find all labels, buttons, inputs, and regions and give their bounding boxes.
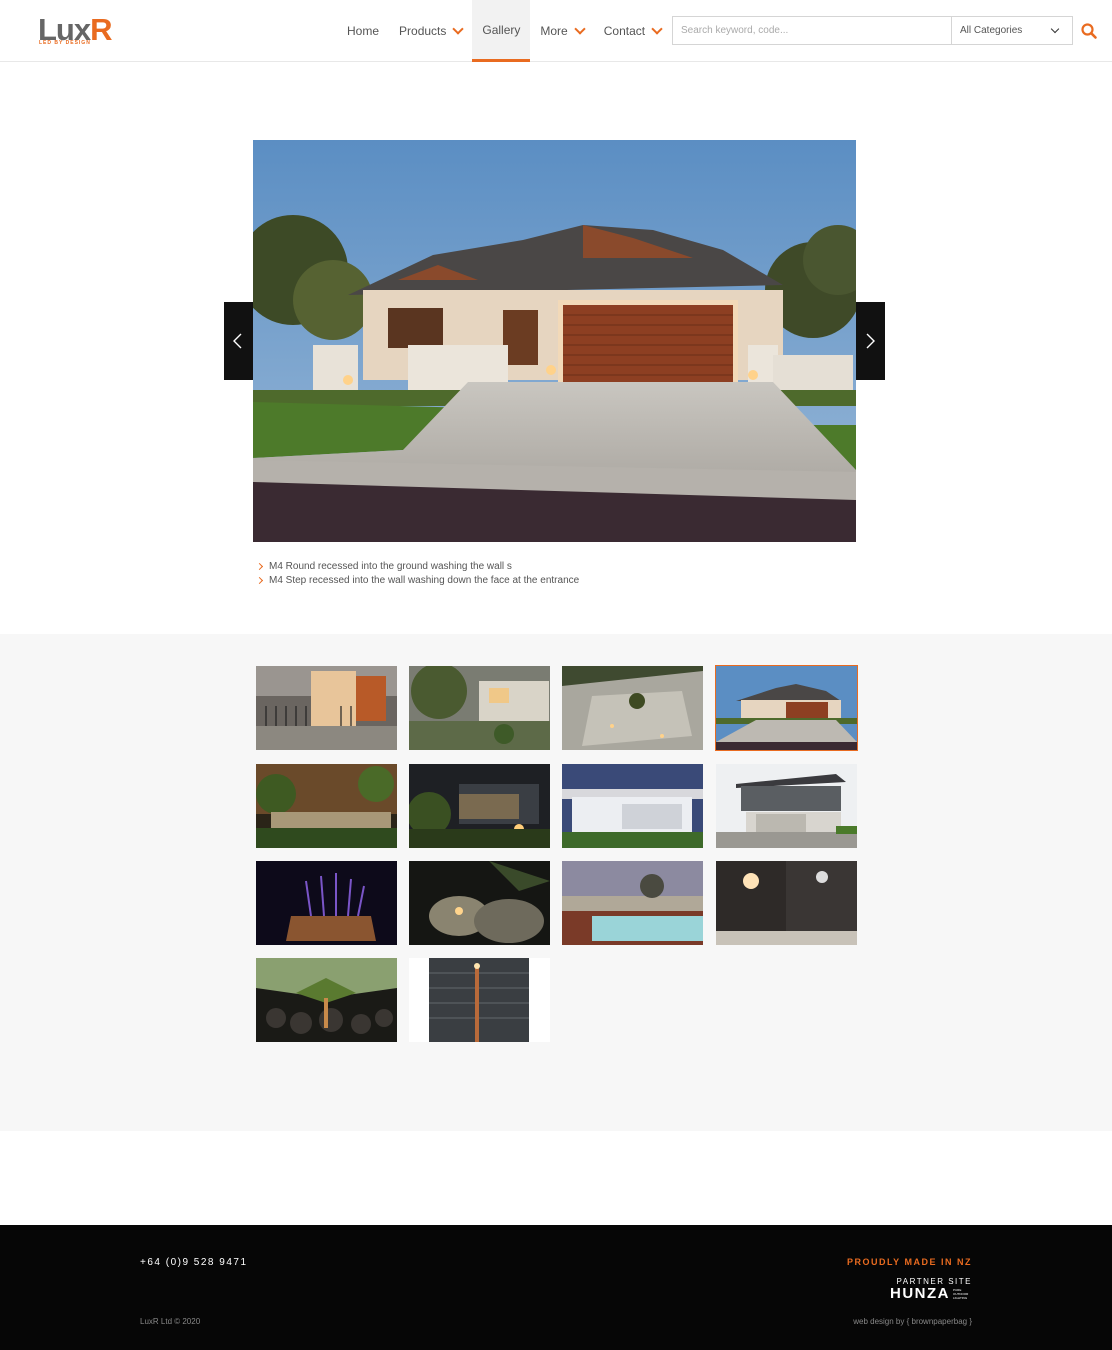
gallery-thumb[interactable] — [256, 958, 397, 1042]
gallery-section — [0, 634, 1112, 1131]
hero-image — [253, 140, 856, 542]
category-select[interactable]: All Categories — [951, 17, 1072, 44]
chevron-down-icon — [452, 23, 465, 35]
gallery-thumb[interactable] — [562, 764, 703, 848]
site-header: LuxR LED BY DESIGN Home Products Gallery… — [0, 0, 1112, 62]
main-nav: Home Products Gallery More Contact — [337, 0, 671, 62]
copyright-text: LuxR Ltd © 2020 — [140, 1317, 201, 1326]
chevron-down-icon — [1050, 24, 1060, 34]
gallery-thumb[interactable] — [409, 958, 550, 1042]
category-label: All Categories — [960, 25, 1023, 36]
caption-item: M4 Step recessed into the wall washing d… — [256, 574, 579, 588]
gallery-thumb[interactable] — [716, 764, 857, 848]
gallery-thumb-selected[interactable] — [715, 665, 858, 751]
gallery-thumb[interactable] — [409, 666, 550, 750]
gallery-thumb[interactable] — [562, 666, 703, 750]
slider-prev-button[interactable] — [224, 302, 253, 380]
web-design-credit[interactable]: web design by { brownpaperbag } — [853, 1317, 972, 1326]
hunza-logo[interactable]: HUNZA — [890, 1285, 950, 1302]
nav-gallery[interactable]: Gallery — [472, 0, 531, 62]
nav-products[interactable]: Products — [389, 0, 472, 62]
search-icon[interactable] — [1080, 22, 1098, 40]
gallery-thumb[interactable] — [256, 666, 397, 750]
luxr-logo[interactable]: LuxR LED BY DESIGN — [38, 12, 134, 48]
gallery-thumb[interactable] — [256, 861, 397, 945]
gallery-thumb[interactable] — [716, 861, 857, 945]
nav-more[interactable]: More — [530, 0, 593, 62]
site-footer: +64 (0)9 528 9471 PROUDLY MADE IN NZ PAR… — [0, 1225, 1112, 1350]
search-input[interactable] — [673, 17, 951, 44]
nav-home[interactable]: Home — [337, 0, 389, 62]
chevron-left-icon — [233, 333, 242, 349]
phone-number[interactable]: +64 (0)9 528 9471 — [140, 1257, 248, 1268]
made-in-nz-label: PROUDLY MADE IN NZ — [846, 1257, 972, 1267]
caption-item: M4 Round recessed into the ground washin… — [256, 560, 579, 574]
logo-tagline: LED BY DESIGN — [39, 40, 91, 46]
hunza-tagline: PURE OUTDOOR LIGHTING — [953, 1288, 969, 1300]
gallery-thumb[interactable] — [409, 764, 550, 848]
chevron-down-icon — [651, 23, 663, 35]
search-bar: All Categories — [672, 16, 1073, 45]
image-captions: M4 Round recessed into the ground washin… — [256, 560, 579, 588]
gallery-thumb[interactable] — [562, 861, 703, 945]
chevron-down-icon — [574, 23, 586, 35]
gallery-thumb[interactable] — [409, 861, 550, 945]
nav-contact[interactable]: Contact — [594, 0, 671, 62]
chevron-right-icon — [866, 333, 875, 349]
slider-next-button[interactable] — [856, 302, 885, 380]
gallery-thumb[interactable] — [256, 764, 397, 848]
